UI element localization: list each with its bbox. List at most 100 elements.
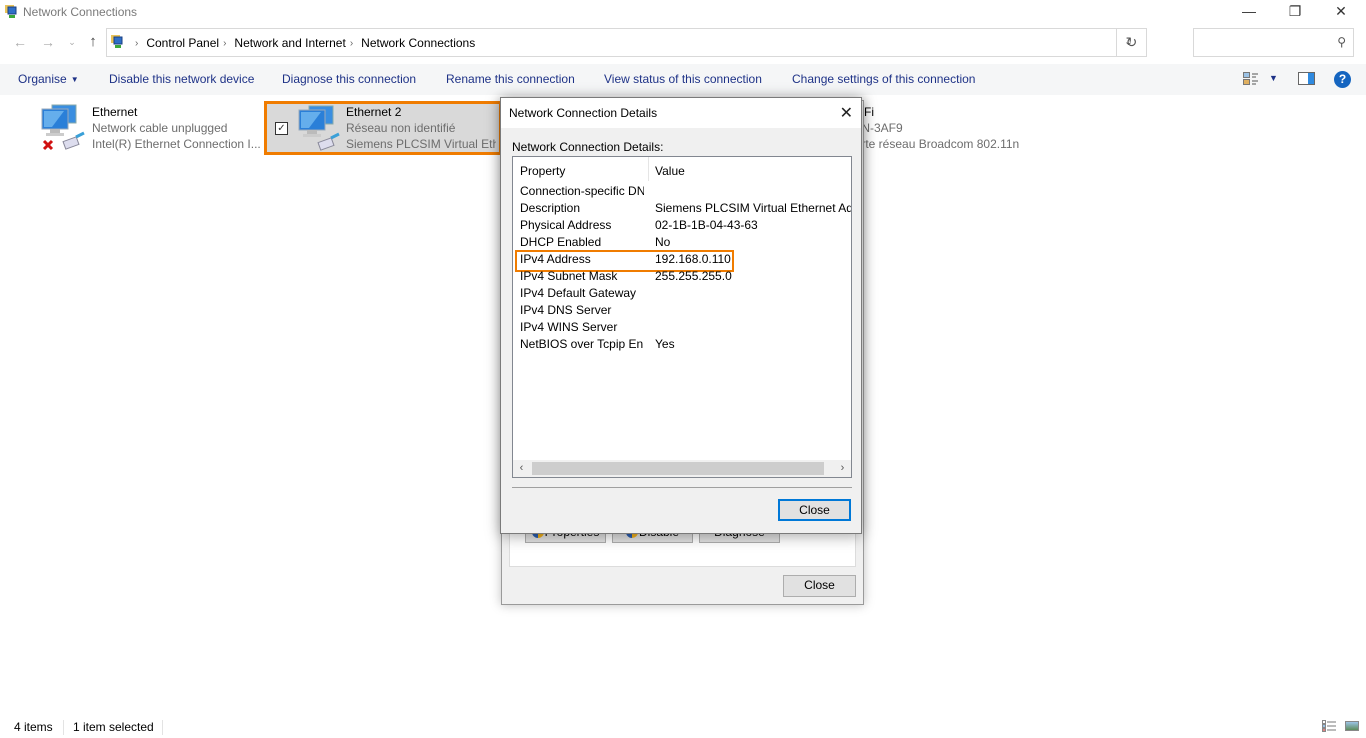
connection-item-ethernet[interactable]: Ethernet Network cable unplugged Intel(R…: [34, 101, 264, 155]
large-icons-view-icon[interactable]: [1345, 721, 1359, 731]
details-row[interactable]: DHCP Enabled No: [513, 234, 851, 251]
network-connection-details-dialog: Network Connection Details ✕ Network Con…: [500, 97, 862, 534]
connection-item-wifi[interactable]: Wi-Fi LHN-3AF9 Carte réseau Broadcom 802…: [846, 101, 1098, 155]
disable-device-button[interactable]: Disable this network device: [109, 72, 254, 86]
property-cell: Connection-specific DN...: [520, 184, 644, 198]
breadcrumb-separator-icon[interactable]: ›: [135, 38, 138, 49]
recent-locations-chevron-icon[interactable]: ⌄: [62, 37, 82, 48]
selection-checkbox[interactable]: ✓: [275, 122, 288, 135]
view-options-caret-icon[interactable]: ▼: [1269, 73, 1278, 83]
property-cell: DHCP Enabled: [520, 235, 602, 249]
details-row-highlighted[interactable]: IPv4 Address 192.168.0.110: [513, 250, 851, 272]
up-arrow-icon[interactable]: ↑: [83, 33, 103, 50]
breadcrumb-separator-icon[interactable]: ›: [350, 38, 353, 49]
search-icon[interactable]: ⚲: [1337, 35, 1346, 49]
status-divider: [63, 720, 64, 735]
command-bar: Organise ▼ Disable this network device Di…: [0, 64, 1366, 95]
maximize-button[interactable]: ❐: [1272, 0, 1318, 24]
breadcrumb-network-and-internet[interactable]: Network and Internet: [234, 36, 345, 50]
refresh-icon[interactable]: ↻: [1116, 29, 1146, 56]
details-row[interactable]: Physical Address 02-1B-1B-04-43-63: [513, 217, 851, 234]
property-cell: IPv4 Subnet Mask: [520, 269, 618, 283]
connection-text: Ethernet Network cable unplugged Intel(R…: [92, 104, 261, 152]
rename-connection-button[interactable]: Rename this connection: [446, 72, 575, 86]
status-bar: 4 items 1 item selected: [0, 716, 1366, 738]
caret-down-icon: ▼: [70, 75, 79, 84]
details-row[interactable]: Description Siemens PLCSIM Virtual Ethern…: [513, 200, 851, 217]
connection-name: Ethernet 2: [346, 105, 402, 119]
value-cell: Yes: [655, 337, 675, 351]
details-label: Network Connection Details:: [512, 140, 664, 154]
view-status-button[interactable]: View status of this connection: [604, 72, 762, 86]
dialog-title-bar: Network Connection Details ✕: [501, 98, 861, 128]
property-cell: IPv4 WINS Server: [520, 320, 618, 334]
organise-label: Organise: [18, 72, 67, 86]
title-bar: Network Connections — ❐ ✕: [0, 0, 1366, 26]
property-cell: Description: [520, 201, 581, 215]
organise-menu[interactable]: Organise ▼: [18, 72, 79, 86]
details-view-icon[interactable]: [1322, 720, 1336, 732]
status-close-button[interactable]: Close: [783, 575, 856, 597]
search-input[interactable]: [1198, 30, 1328, 55]
details-rows: Connection-specific DN... Description Siem…: [513, 183, 851, 453]
help-icon[interactable]: ?: [1334, 71, 1351, 88]
connection-item-ethernet-2[interactable]: ✓ Ethernet 2 Réseau non identifié Siemen…: [264, 101, 502, 155]
change-settings-button[interactable]: Change settings of this connection: [792, 72, 975, 86]
details-close-button[interactable]: Close: [778, 499, 851, 521]
list-header: Property Value: [513, 157, 851, 181]
diagnose-connection-button[interactable]: Diagnose this connection: [282, 72, 416, 86]
window-title: Network Connections: [23, 5, 138, 19]
network-adapter-icon: [298, 105, 340, 151]
property-cell: IPv4 Default Gateway: [520, 286, 637, 300]
column-divider[interactable]: [648, 157, 649, 181]
preview-pane-icon[interactable]: [1298, 72, 1315, 85]
divider: [512, 487, 852, 488]
network-connections-icon: [111, 35, 123, 48]
breadcrumb-separator-icon[interactable]: ›: [223, 38, 226, 49]
details-row[interactable]: NetBIOS over Tcpip En... Yes: [513, 336, 851, 353]
breadcrumb-network-connections[interactable]: Network Connections: [361, 36, 475, 50]
connection-adapter: Siemens PLCSIM Virtual Ethernet Adapter: [346, 137, 496, 151]
connection-text: Wi-Fi LHN-3AF9 Carte réseau Broadcom 802…: [846, 104, 1019, 152]
breadcrumb-control-panel[interactable]: Control Panel: [146, 36, 219, 50]
connection-name: Wi-Fi: [846, 104, 1019, 120]
details-row[interactable]: IPv4 Default Gateway: [513, 285, 851, 302]
item-count: 4 items: [14, 720, 53, 734]
details-list[interactable]: Property Value Connection-specific DN...…: [512, 156, 852, 478]
status-divider: [162, 720, 163, 735]
connection-adapter: Carte réseau Broadcom 802.11n: [846, 137, 1020, 151]
network-disconnected-icon: [41, 104, 85, 151]
forward-arrow-icon[interactable]: →: [38, 34, 58, 50]
details-row[interactable]: IPv4 Subnet Mask 255.255.255.0: [513, 268, 851, 285]
property-cell: IPv4 DNS Server: [520, 303, 612, 317]
details-row[interactable]: Connection-specific DN...: [513, 183, 851, 200]
property-cell: IPv4 Address: [520, 252, 591, 266]
minimize-button[interactable]: —: [1226, 0, 1272, 24]
column-header-property[interactable]: Property: [520, 164, 565, 178]
value-cell: 192.168.0.110: [655, 252, 731, 266]
breadcrumb: › Control Panel › Network and Internet ›…: [131, 36, 475, 50]
address-bar[interactable]: › Control Panel › Network and Internet ›…: [106, 28, 1147, 57]
close-icon[interactable]: ✕: [840, 103, 853, 123]
network-connections-icon: [5, 5, 17, 18]
scroll-right-icon[interactable]: ›: [834, 461, 851, 476]
close-window-button[interactable]: ✕: [1318, 0, 1364, 24]
view-options-icon[interactable]: [1243, 72, 1259, 86]
column-header-value[interactable]: Value: [655, 164, 685, 178]
back-arrow-icon[interactable]: ←: [10, 34, 30, 50]
property-cell: Physical Address: [520, 218, 612, 232]
scrollbar-thumb[interactable]: [532, 462, 824, 475]
scroll-left-icon[interactable]: ‹: [513, 461, 530, 476]
connection-name: Ethernet: [92, 105, 138, 119]
search-box[interactable]: ⚲: [1193, 28, 1354, 57]
connection-status: Réseau non identifié: [346, 121, 456, 135]
connection-text: Ethernet 2 Réseau non identifié Siemens …: [346, 104, 496, 152]
property-cell: NetBIOS over Tcpip En...: [520, 337, 644, 351]
value-cell: 02-1B-1B-04-43-63: [655, 218, 758, 232]
details-row[interactable]: IPv4 DNS Server: [513, 302, 851, 319]
horizontal-scrollbar[interactable]: ‹ ›: [513, 460, 851, 477]
details-row[interactable]: IPv4 WINS Server: [513, 319, 851, 336]
value-cell: 255.255.255.0: [655, 269, 732, 283]
navigation-bar: ← → ⌄ ↑ › Control Panel › Network and In…: [0, 28, 1366, 58]
selection-count: 1 item selected: [73, 720, 154, 734]
